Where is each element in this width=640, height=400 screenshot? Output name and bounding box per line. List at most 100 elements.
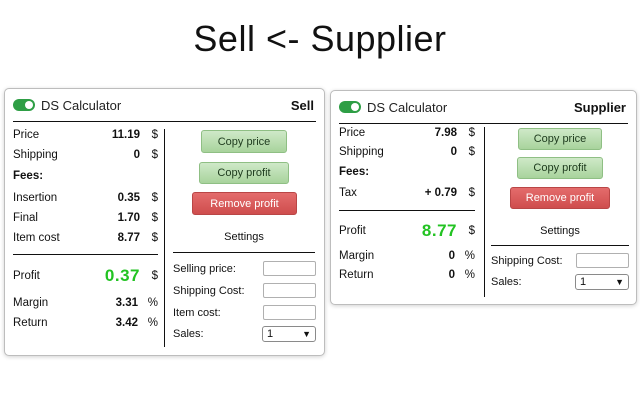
mode-label: Supplier: [573, 99, 626, 115]
shipping-row: Shipping 0 $: [339, 143, 475, 161]
toggle-on-icon[interactable]: [13, 99, 35, 111]
return-label: Return: [339, 269, 374, 281]
shipping-unit: $: [151, 149, 158, 161]
shipping-cost-label: Shipping Cost:: [173, 284, 245, 297]
supplier-calculator-panel: DS Calculator Supplier Price 7.98 $ Ship…: [330, 90, 637, 305]
price-row: Price 11.19 $: [13, 126, 158, 144]
selling-price-input[interactable]: [263, 261, 316, 276]
profit-unit: $: [468, 225, 475, 237]
item-cost-field-row: Item cost:: [173, 305, 316, 320]
fees-row: Fees:: [13, 167, 158, 185]
tax-unit: $: [468, 187, 475, 199]
shipping-cost-field-row: Shipping Cost:: [491, 253, 629, 268]
sales-label: Sales:: [173, 328, 204, 340]
remove-profit-button[interactable]: Remove profit: [510, 187, 610, 209]
return-value: 3.42: [115, 317, 138, 329]
chevron-down-icon: ▼: [302, 329, 311, 339]
final-unit: $: [151, 212, 158, 224]
price-label: Price: [13, 129, 40, 141]
remove-profit-button[interactable]: Remove profit: [192, 192, 297, 215]
margin-value: 3.31: [115, 297, 138, 309]
return-unit: %: [464, 269, 475, 281]
panel-header: DS Calculator Sell: [13, 89, 314, 121]
shipping-row: Shipping 0 $: [13, 146, 158, 164]
price-value: 7.98: [434, 127, 457, 139]
margin-unit: %: [464, 250, 475, 262]
mode-label: Sell: [290, 97, 314, 113]
settings-title: Settings: [540, 225, 580, 237]
item-cost-unit: $: [151, 232, 158, 244]
profit-row: Profit 0.37 $: [13, 265, 158, 287]
sales-select[interactable]: 1 ▼: [262, 326, 316, 342]
return-row: Return 3.42 %: [13, 314, 158, 332]
margin-row: Margin 3.31 %: [13, 294, 158, 312]
profit-unit: $: [151, 270, 158, 282]
shipping-cost-input[interactable]: [576, 253, 629, 268]
selling-price-field-row: Selling price:: [173, 261, 316, 276]
margin-label: Margin: [339, 250, 375, 262]
fees-row: Fees:: [339, 163, 475, 181]
sales-field-row: Sales: 1 ▼: [173, 326, 316, 342]
shipping-cost-field-row: Shipping Cost:: [173, 283, 316, 298]
insertion-row: Insertion 0.35 $: [13, 189, 158, 207]
insertion-unit: $: [151, 192, 158, 204]
item-cost-value: 8.77: [117, 232, 140, 244]
profit-value: 0.37: [104, 266, 140, 285]
final-row: Final 1.70 $: [13, 209, 158, 227]
final-value: 1.70: [117, 212, 140, 224]
panel-header: DS Calculator Supplier: [339, 91, 626, 123]
tax-row: Tax + 0.79 $: [339, 184, 475, 202]
copy-profit-button[interactable]: Copy profit: [199, 162, 289, 184]
copy-price-button[interactable]: Copy price: [518, 128, 602, 150]
sales-select-value: 1: [267, 328, 274, 340]
item-cost-setting-label: Item cost:: [173, 306, 221, 319]
shipping-label: Shipping: [13, 149, 58, 161]
fees-label: Fees:: [339, 166, 370, 178]
shipping-label: Shipping: [339, 146, 384, 158]
shipping-cost-label: Shipping Cost:: [491, 254, 563, 267]
fees-label: Fees:: [13, 170, 44, 182]
price-value: 11.19: [111, 129, 140, 141]
chevron-down-icon: ▼: [615, 277, 624, 287]
item-cost-label: Item cost: [13, 232, 60, 244]
profit-row: Profit 8.77 $: [339, 220, 475, 242]
insertion-label: Insertion: [13, 192, 58, 204]
header-divider: [13, 121, 316, 122]
sales-select-value: 1: [580, 276, 587, 288]
profit-label: Profit: [13, 270, 40, 282]
profit-value: 8.77: [421, 221, 457, 240]
settings-divider: [173, 252, 315, 253]
shipping-cost-input[interactable]: [263, 283, 316, 298]
return-row: Return 0 %: [339, 266, 475, 284]
app-name: DS Calculator: [41, 97, 122, 113]
price-unit: $: [468, 127, 475, 139]
margin-label: Margin: [13, 297, 49, 309]
price-unit: $: [151, 129, 158, 141]
app-name: DS Calculator: [367, 99, 448, 115]
item-cost-row: Item cost 8.77 $: [13, 229, 158, 247]
return-unit: %: [147, 317, 158, 329]
sales-label: Sales:: [491, 276, 522, 288]
page-title: Sell <- Supplier: [193, 18, 447, 59]
shipping-unit: $: [468, 146, 475, 158]
price-label: Price: [339, 127, 366, 139]
sell-calculator-panel: DS Calculator Sell Price 11.19 $ Shippin…: [4, 88, 325, 356]
margin-row: Margin 0 %: [339, 247, 475, 265]
settings-title: Settings: [224, 231, 264, 243]
item-cost-input[interactable]: [263, 305, 316, 320]
costs-divider: [339, 210, 475, 211]
settings-divider: [491, 245, 629, 246]
insertion-value: 0.35: [117, 192, 140, 204]
costs-divider: [13, 254, 158, 255]
toggle-on-icon[interactable]: [339, 101, 361, 113]
column-divider: [164, 129, 165, 347]
tax-label: Tax: [339, 187, 357, 199]
sales-field-row: Sales: 1 ▼: [491, 274, 629, 290]
sales-select[interactable]: 1 ▼: [575, 274, 629, 290]
price-row: Price 7.98 $: [339, 124, 475, 142]
selling-price-label: Selling price:: [173, 262, 236, 275]
margin-unit: %: [147, 297, 158, 309]
copy-profit-button[interactable]: Copy profit: [517, 157, 603, 179]
copy-price-button[interactable]: Copy price: [201, 130, 287, 153]
tax-value: + 0.79: [424, 187, 457, 199]
